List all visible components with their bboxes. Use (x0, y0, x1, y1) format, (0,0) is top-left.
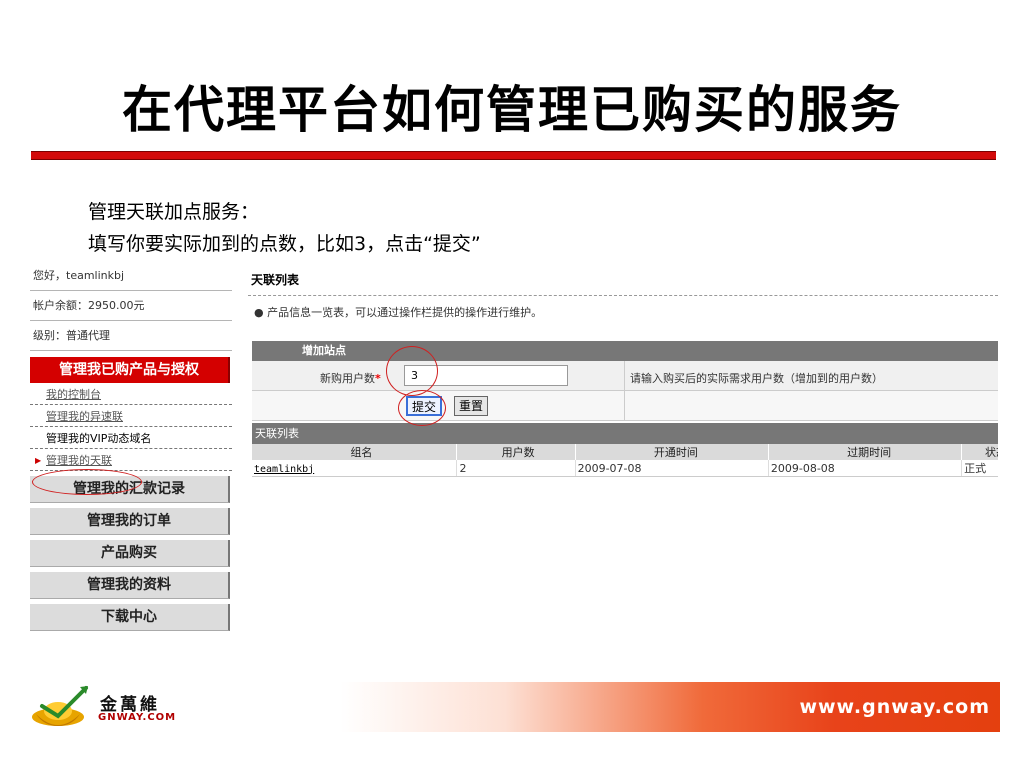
ingot-logo-icon (32, 686, 88, 726)
intro-line-1: 管理天联加点服务： (88, 201, 260, 223)
cell-status: 正式 (961, 460, 998, 477)
menu-product-purchase[interactable]: 产品购买 (30, 540, 230, 567)
cell-user-count: 2 (456, 460, 576, 477)
table-row: teamlinkbj 2 2009-07-08 2009-08-08 正式 (252, 460, 998, 477)
field-label: 新购用户数* (320, 372, 381, 385)
menu-manage-purchased[interactable]: 管理我已购产品与授权 (30, 357, 230, 383)
info-note: ● 产品信息一览表，可以通过操作栏提供的操作进行维护。 (254, 306, 543, 319)
website-url: www.gnway.com (799, 696, 990, 718)
form-row-actions: 提交 重置 (252, 391, 998, 421)
col-open-time: 开通时间 (575, 444, 769, 460)
dashed-divider (248, 295, 998, 296)
reset-button[interactable]: 重置 (454, 396, 489, 416)
tianlian-table: 组名 用户数 开通时间 过期时间 状态 teamlinkbj 2 2009-07… (252, 444, 998, 477)
col-expire-time: 过期时间 (768, 444, 963, 460)
form-row-quantity: 新购用户数* 请输入购买后的实际需求用户数（增加到的用户数） (252, 361, 998, 391)
sidebar-item-vip-domain[interactable]: 管理我的VIP动态域名 (30, 427, 232, 449)
greeting: 您好，teamlinkbj (30, 261, 232, 291)
sidebar-item-console[interactable]: 我的控制台 (30, 383, 232, 405)
sidebar-item-label: 管理我的天联 (46, 454, 112, 467)
group-name-link[interactable]: teamlinkbj (254, 464, 314, 475)
annotation-circle-input (386, 346, 438, 396)
title-divider (31, 151, 996, 160)
menu-profile[interactable]: 管理我的资料 (30, 572, 230, 599)
main-panel: 天联列表 ● 产品信息一览表，可以通过操作栏提供的操作进行维护。 增加站点 新购… (248, 264, 998, 494)
footer-banner: www.gnway.com (340, 682, 1000, 732)
menu-orders[interactable]: 管理我的订单 (30, 508, 230, 535)
col-group-name: 组名 (252, 444, 458, 460)
agent-level: 级别：普通代理 (30, 321, 232, 351)
annotation-circle-submit (398, 390, 446, 426)
col-status: 状态 (961, 444, 998, 460)
sidebar-item-tianlian[interactable]: ▶ 管理我的天联 (30, 449, 232, 471)
arrow-right-icon: ▶ (35, 456, 42, 465)
panel-title: 天联列表 (251, 273, 300, 287)
sidebar: 您好，teamlinkbj 帐户余额：2950.00元 级别：普通代理 管理我已… (30, 261, 232, 641)
menu-download-center[interactable]: 下载中心 (30, 604, 230, 631)
list-header: 天联列表 (252, 423, 998, 444)
company-logo: 金萬維 GNWAY.COM (28, 684, 208, 734)
intro-line-2: 填写你要实际加到的点数，比如3，点击“提交” (88, 233, 481, 255)
form-header: 增加站点 (252, 341, 998, 361)
sidebar-item-yisulian[interactable]: 管理我的异速联 (30, 405, 232, 427)
required-mark: * (375, 372, 381, 385)
account-balance: 帐户余额：2950.00元 (30, 291, 232, 321)
cell-open-time: 2009-07-08 (575, 460, 769, 477)
col-user-count: 用户数 (456, 444, 576, 460)
cell-expire-time: 2009-08-08 (768, 460, 963, 477)
annotation-circle-tianlian (32, 469, 142, 495)
logo-english-text: GNWAY.COM (98, 712, 177, 723)
slide-title: 在代理平台如何管理已购买的服务 (122, 81, 902, 139)
table-header-row: 组名 用户数 开通时间 过期时间 状态 (252, 444, 998, 460)
field-hint: 请输入购买后的实际需求用户数（增加到的用户数） (630, 372, 883, 385)
